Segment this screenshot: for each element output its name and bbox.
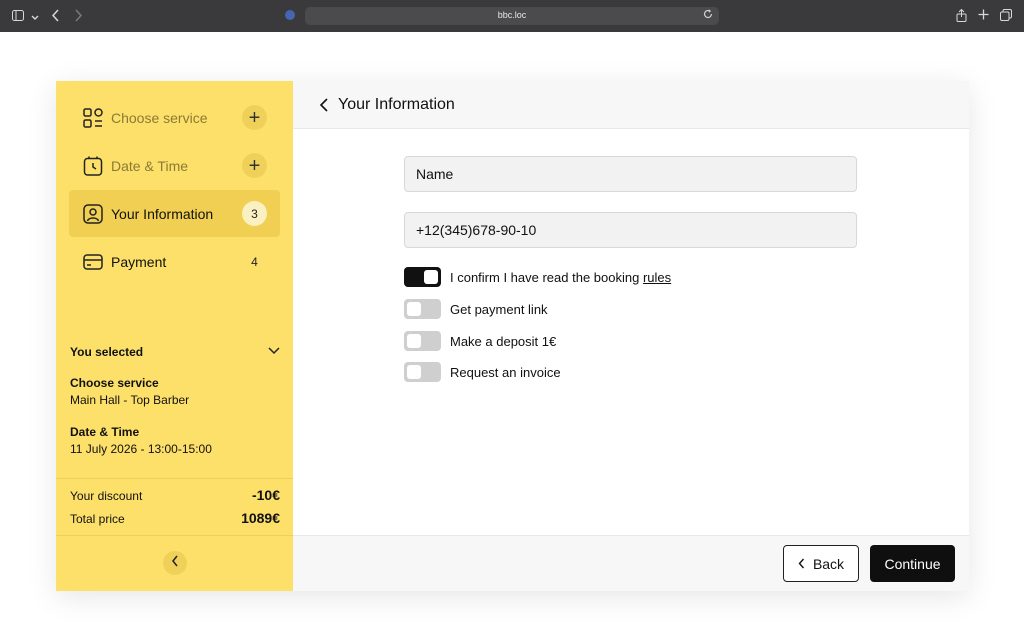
step-date-time[interactable]: Date & Time + <box>69 142 280 189</box>
share-icon[interactable] <box>956 8 967 24</box>
phone-field[interactable]: +12(345)678-90-10 <box>404 212 857 248</box>
collapse-sidebar-button[interactable] <box>163 551 187 575</box>
toggle-knob <box>424 270 438 284</box>
tabs-icon[interactable] <box>1000 9 1012 23</box>
grid-icon <box>83 108 103 128</box>
discount-label: Your discount <box>70 489 143 503</box>
chevron-left-icon <box>171 554 179 572</box>
payment-link-label: Get payment link <box>450 302 548 317</box>
page-title: Your Information <box>338 96 455 113</box>
rules-link[interactable]: rules <box>643 270 671 285</box>
confirm-rules-toggle[interactable] <box>404 267 441 287</box>
back-button[interactable]: Back <box>783 545 859 582</box>
url-text: bbc.loc <box>497 10 527 20</box>
step-number: 3 <box>242 201 267 226</box>
toggle-knob <box>407 365 421 379</box>
selected-service-heading: Choose service <box>70 376 159 390</box>
forward-icon[interactable] <box>74 9 83 24</box>
main-panel: Your Information Name +12(345)678-90-10 … <box>293 81 969 591</box>
sidebar: Choose service + Date & Time + Your Info… <box>56 81 293 591</box>
toggle-knob <box>407 334 421 348</box>
plus-icon[interactable]: + <box>242 105 267 130</box>
back-label: Back <box>812 555 845 572</box>
discount-value: -10€ <box>251 487 280 503</box>
chevron-down-icon[interactable] <box>267 344 281 356</box>
chevron-down-icon[interactable] <box>31 11 39 24</box>
new-tab-icon[interactable] <box>978 9 989 22</box>
plus-icon[interactable]: + <box>242 153 267 178</box>
sidebar-icon[interactable] <box>12 10 24 23</box>
step-label: Payment <box>111 254 167 270</box>
reload-icon[interactable] <box>703 9 713 22</box>
panel-footer: Back Continue <box>293 535 969 591</box>
browser-toolbar: bbc.loc <box>0 0 1024 32</box>
deposit-label: Make a deposit 1€ <box>450 334 557 349</box>
toggle-knob <box>407 302 421 316</box>
selected-title: You selected <box>70 345 144 359</box>
selected-service-value: Main Hall - Top Barber <box>70 393 190 407</box>
step-payment[interactable]: Payment 4 <box>69 238 280 285</box>
chevron-left-icon <box>798 556 805 572</box>
step-label: Your Information <box>111 206 214 222</box>
chevron-left-icon[interactable] <box>319 97 329 113</box>
divider <box>56 478 293 479</box>
invoice-label: Request an invoice <box>450 365 561 380</box>
booking-widget: Choose service + Date & Time + Your Info… <box>56 81 969 591</box>
shield-icon <box>285 10 295 20</box>
total-label: Total price <box>70 512 125 526</box>
total-value: 1089€ <box>241 510 280 526</box>
step-your-information[interactable]: Your Information 3 <box>69 190 280 237</box>
address-bar[interactable]: bbc.loc <box>305 7 719 25</box>
continue-button[interactable]: Continue <box>870 545 955 582</box>
confirm-rules-label: I confirm I have read the booking rules <box>450 270 671 285</box>
toggle-text: I confirm I have read the booking <box>450 270 643 285</box>
back-icon[interactable] <box>51 9 60 24</box>
step-label: Date & Time <box>111 158 189 174</box>
card-icon <box>83 252 103 272</box>
panel-header: Your Information <box>293 81 969 129</box>
step-choose-service[interactable]: Choose service + <box>69 94 280 141</box>
step-label: Choose service <box>111 110 208 126</box>
payment-link-toggle[interactable] <box>404 299 441 319</box>
name-field[interactable]: Name <box>404 156 857 192</box>
deposit-toggle[interactable] <box>404 331 441 351</box>
selected-datetime-heading: Date & Time <box>70 425 140 439</box>
divider <box>56 535 293 536</box>
user-icon <box>83 204 103 224</box>
step-number: 4 <box>251 254 258 269</box>
invoice-toggle[interactable] <box>404 362 441 382</box>
selected-datetime-value: 11 July 2026 - 13:00-15:00 <box>70 442 212 456</box>
clock-icon <box>83 156 103 176</box>
